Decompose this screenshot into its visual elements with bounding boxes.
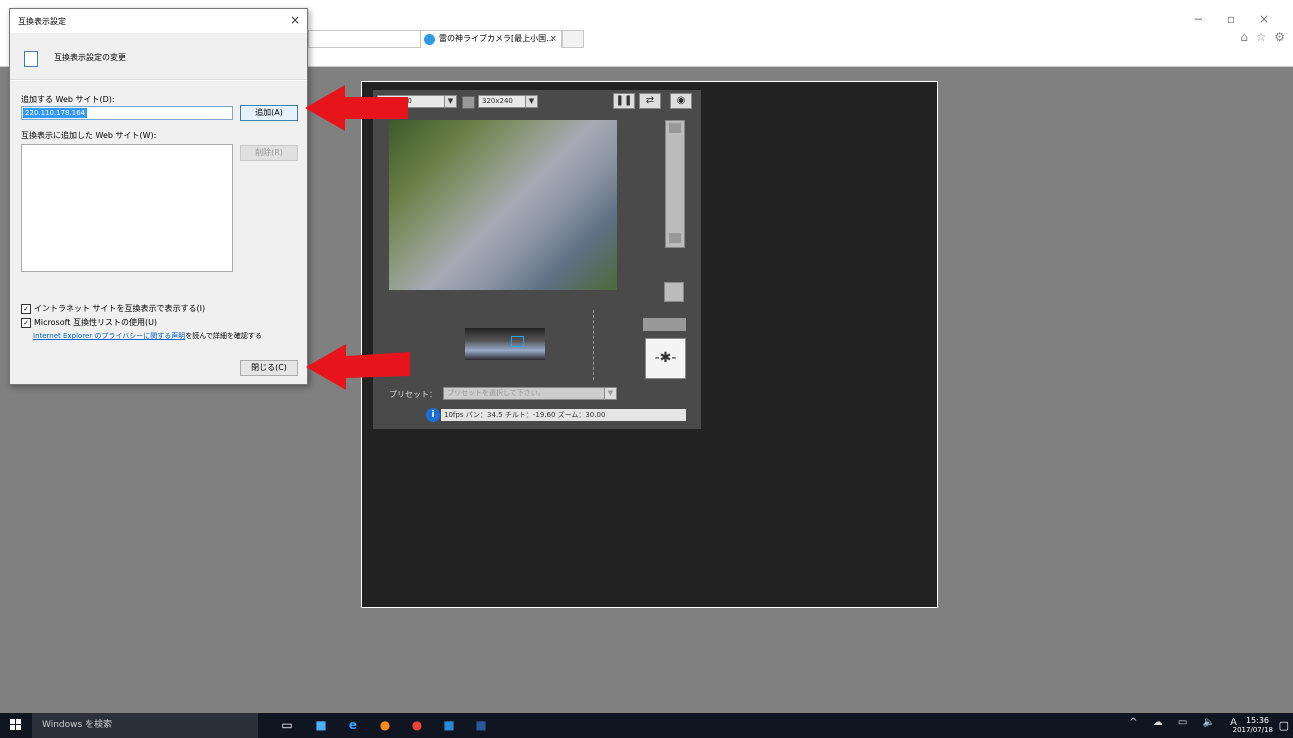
delete-button[interactable]: 削除(R) bbox=[240, 145, 298, 161]
tab-close-icon[interactable]: × bbox=[549, 31, 557, 47]
image-size-icon bbox=[462, 96, 475, 109]
separator bbox=[10, 79, 307, 81]
window-controls[interactable]: − ▫ × bbox=[1193, 12, 1279, 26]
site-list-label: 互換表示に追加した Web サイト(W): bbox=[21, 131, 157, 140]
camera-viewer: 640x480 ▼ 320x240 ▼ ❚❚ ⇄ ◉ -✱- プリセット： プリ… bbox=[373, 90, 701, 429]
tab-title: 雷の神ライブカメラ[最上小国... bbox=[439, 34, 554, 43]
close-button[interactable]: 閉じる(C) bbox=[240, 360, 298, 376]
zoom-out-icon[interactable] bbox=[669, 233, 681, 243]
intranet-checkbox-label: イントラネット サイトを互換表示で表示する(I) bbox=[34, 304, 206, 313]
compat-list-checkbox-label: Microsoft 互換性リストの使用(U) bbox=[34, 318, 158, 327]
swap-icon: ⇄ bbox=[645, 95, 655, 106]
viewer-divider bbox=[593, 310, 595, 380]
red-arrow-add bbox=[305, 85, 408, 131]
pause-button[interactable]: ❚❚ bbox=[613, 93, 635, 109]
camera-video[interactable] bbox=[389, 120, 617, 290]
zoom-in-icon[interactable] bbox=[669, 123, 681, 133]
zoom-slider[interactable] bbox=[665, 120, 685, 248]
chevron-down-icon: ▼ bbox=[604, 388, 616, 399]
privacy-text: Internet Explorer のプライバシーに関する声明を読んで詳細を確認… bbox=[33, 331, 262, 341]
compatibility-dialog: 互換表示設定 × 互換表示設定の変更 追加する Web サイト(D): 220.… bbox=[9, 8, 308, 385]
dialog-title: 互換表示設定 bbox=[18, 17, 66, 26]
add-button[interactable]: 追加(A) bbox=[240, 105, 298, 121]
clock-time[interactable]: 15:36 bbox=[1246, 716, 1269, 725]
red-arrow-close bbox=[306, 344, 410, 390]
add-site-value: 220.110.178.164 bbox=[23, 108, 88, 118]
taskbar: Windows を検索 ▭ ■ e ● ● ■ ■ ^ ☁ ▭ 🔈 A 15:3… bbox=[0, 713, 1293, 738]
dialog-body: 互換表示設定の変更 追加する Web サイト(D): 220.110.178.1… bbox=[10, 33, 307, 384]
site-list[interactable] bbox=[21, 144, 233, 272]
ptz-control-pad[interactable]: -✱- bbox=[645, 338, 686, 379]
panorama-preview[interactable] bbox=[465, 328, 545, 360]
checkbox-check-icon[interactable]: ✓ bbox=[21, 317, 31, 328]
firefox-icon[interactable]: ● bbox=[378, 718, 392, 732]
focus-button[interactable] bbox=[664, 282, 684, 302]
info-icon: i bbox=[426, 408, 440, 422]
task-view-icon[interactable]: ▭ bbox=[280, 718, 294, 732]
status-bar: 10fps パン：34.5 チルト：-19.60 ズーム：30.00 bbox=[441, 409, 686, 421]
file-explorer-icon[interactable]: ■ bbox=[314, 718, 328, 732]
control-bar[interactable] bbox=[643, 318, 686, 331]
chrome-icon[interactable]: ● bbox=[410, 718, 424, 732]
add-site-input[interactable]: 220.110.178.164 bbox=[21, 106, 233, 120]
privacy-rest: を読んで詳細を確認する bbox=[185, 332, 262, 340]
crosshair-icon: -✱- bbox=[654, 350, 677, 366]
chevron-down-icon: ▼ bbox=[525, 96, 537, 107]
checkbox-check-icon[interactable]: ✓ bbox=[21, 303, 31, 314]
new-tab-button[interactable] bbox=[562, 30, 584, 48]
outlook-icon[interactable]: ■ bbox=[442, 718, 456, 732]
clock-date[interactable]: 2017/07/18 bbox=[1233, 726, 1273, 734]
browser-tab[interactable]: 雷の神ライブカメラ[最上小国... × bbox=[420, 30, 562, 48]
notification-icon[interactable]: ▢ bbox=[1279, 719, 1289, 732]
ie-icon[interactable]: e bbox=[346, 718, 360, 732]
ie-favicon-icon bbox=[424, 34, 435, 45]
preset-select[interactable]: プリセットを選択して下さい。 ▼ bbox=[443, 387, 617, 400]
settings-page-icon bbox=[24, 51, 38, 67]
windows-start-icon[interactable] bbox=[10, 719, 22, 731]
privacy-link[interactable]: Internet Explorer のプライバシーに関する声明 bbox=[33, 332, 185, 340]
snapshot-button[interactable]: ◉ bbox=[670, 93, 692, 109]
pause-icon: ❚❚ bbox=[615, 95, 633, 106]
system-tray[interactable]: ^ ☁ ▭ 🔈 A bbox=[1129, 717, 1243, 728]
chevron-down-icon: ▼ bbox=[444, 96, 456, 107]
preset-placeholder: プリセットを選択して下さい。 bbox=[447, 389, 545, 397]
camera-icon: ◉ bbox=[676, 95, 686, 106]
word-icon[interactable]: ■ bbox=[474, 718, 488, 732]
add-site-label: 追加する Web サイト(D): bbox=[21, 95, 115, 104]
size-value: 320x240 bbox=[482, 97, 513, 105]
dialog-heading: 互換表示設定の変更 bbox=[54, 53, 126, 62]
close-icon[interactable]: × bbox=[290, 13, 300, 27]
intranet-checkbox[interactable]: ✓ イントラネット サイトを互換表示で表示する(I) bbox=[21, 303, 205, 314]
size-select[interactable]: 320x240 ▼ bbox=[478, 95, 538, 108]
compat-list-checkbox[interactable]: ✓ Microsoft 互換性リストの使用(U) bbox=[21, 317, 157, 328]
command-icons[interactable]: ⌂ ☆ ⚙ bbox=[1240, 30, 1287, 44]
view-frame bbox=[511, 336, 524, 347]
swap-button[interactable]: ⇄ bbox=[639, 93, 661, 109]
taskbar-search-box[interactable]: Windows を検索 bbox=[32, 713, 258, 738]
